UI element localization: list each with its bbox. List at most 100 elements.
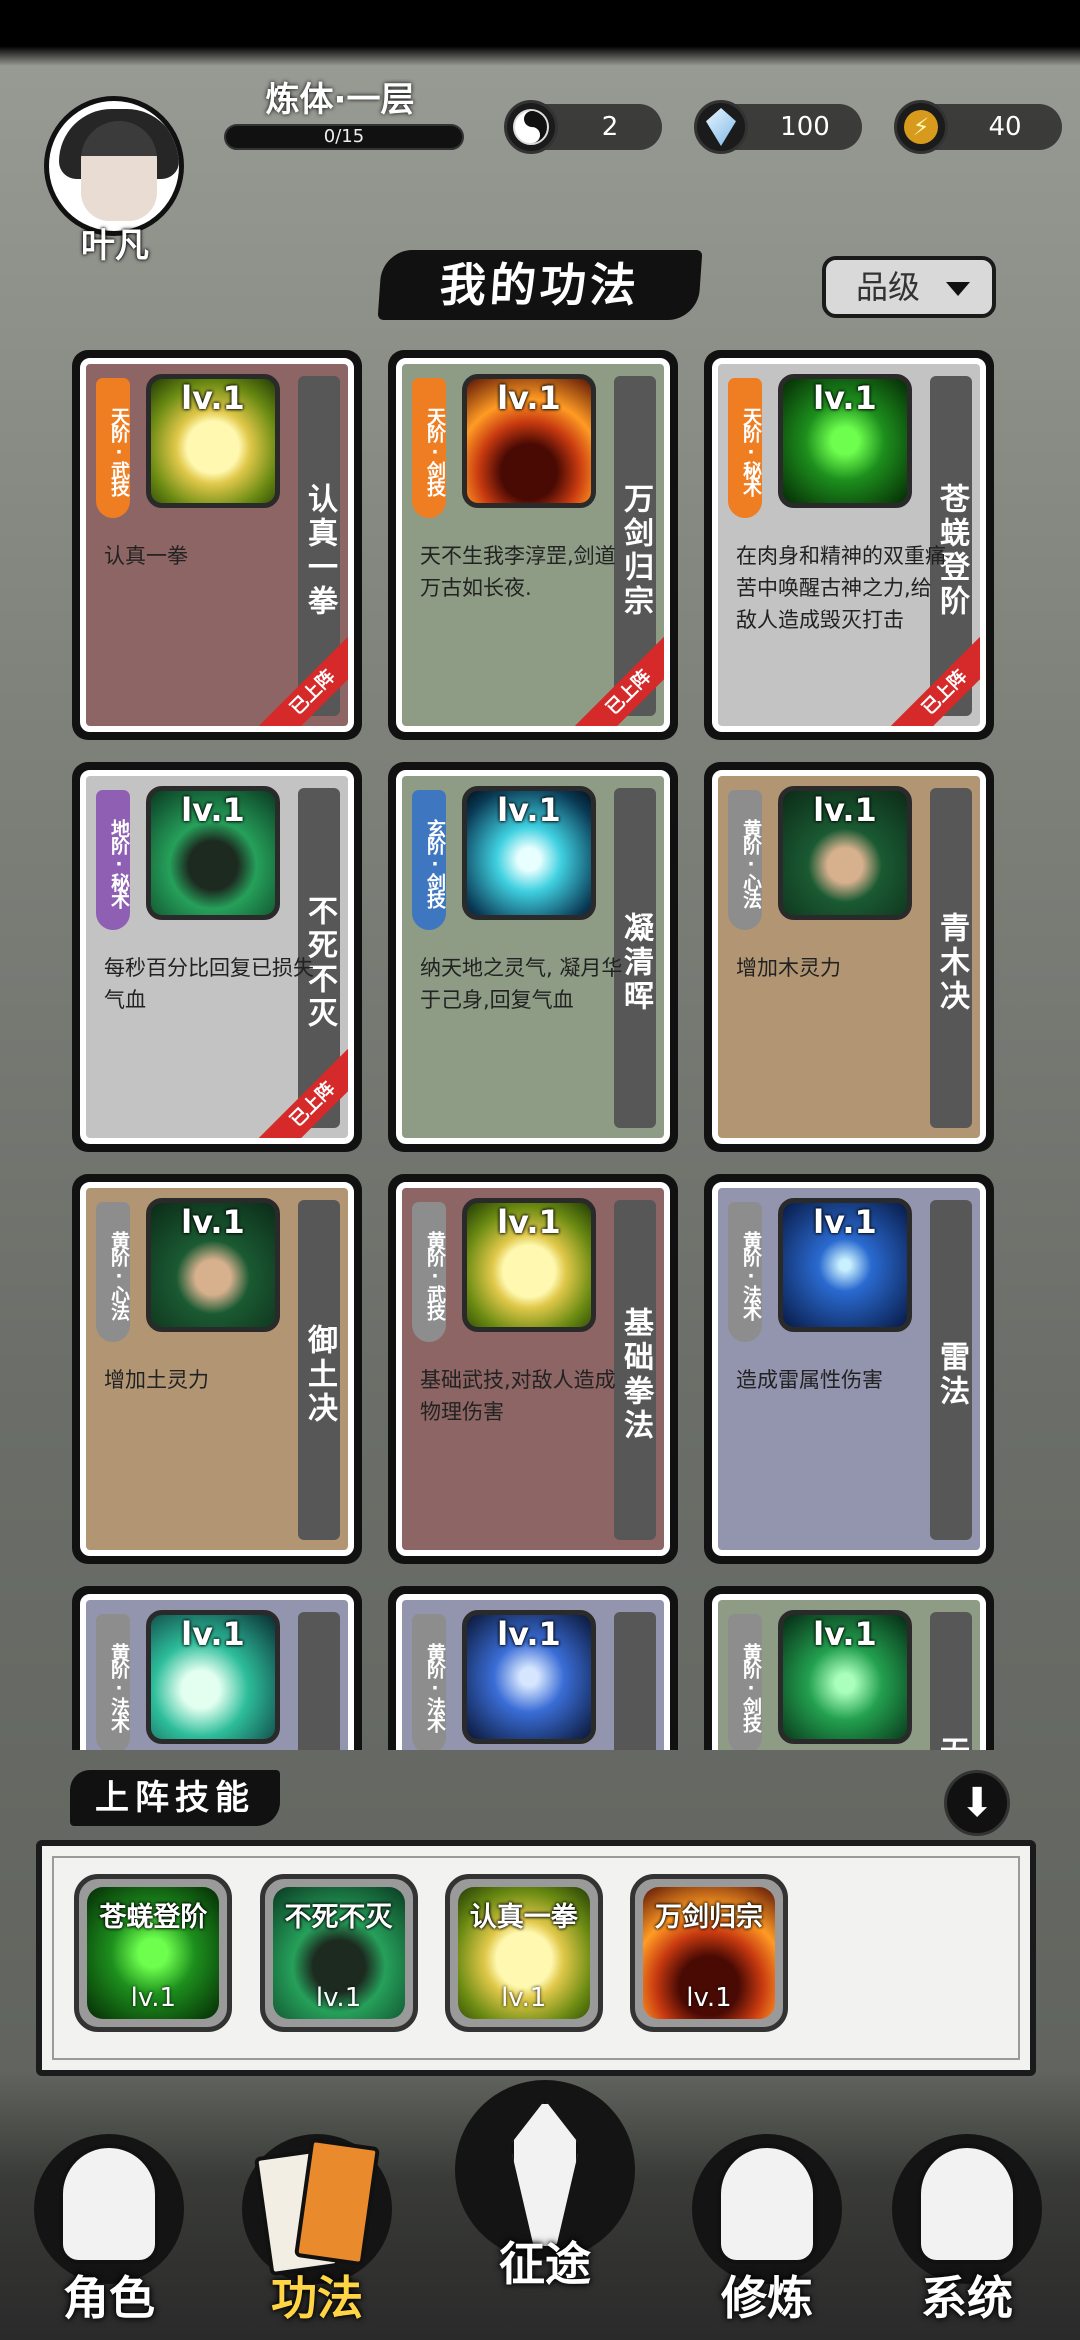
skill-portrait: lv.1 — [462, 1610, 596, 1744]
chevron-down-icon — [946, 282, 970, 296]
skill-description: 增加木灵力 — [736, 956, 841, 980]
skill-portrait: lv.1 — [146, 1198, 280, 1332]
player-avatar[interactable] — [44, 96, 184, 236]
skill-card[interactable]: 黄阶·法术 lv.1 水弹 — [388, 1586, 678, 1750]
sort-label: 品级 — [856, 268, 921, 306]
skill-portrait: lv.1 — [462, 374, 596, 508]
skill-card[interactable]: 黄阶·剑技 lv.1 无极剑 — [704, 1586, 994, 1750]
nav-item-label: 征途 — [499, 2237, 591, 2291]
equipped-skill-slot[interactable]: 认真一拳 lv.1 — [444, 1874, 603, 2032]
skill-level: lv.1 — [181, 379, 245, 417]
skill-tier-badge: 地阶·秘术 — [96, 790, 130, 930]
skill-card[interactable]: 地阶·秘术 lv.1 不死不灭 每秒百分比回复已损失气血 已上阵 — [72, 762, 362, 1152]
skill-card-body: 黄阶·心法 lv.1 青木决 增加木灵力 — [712, 770, 986, 1144]
exp-progress-bar: 0/15 — [224, 124, 464, 150]
section-title: 我的功法 — [377, 250, 703, 320]
skill-tier-badge: 天阶·剑技 — [412, 378, 446, 518]
skill-card-body: 玄阶·剑技 lv.1 凝清晖 纳天地之灵气, 凝月华于己身,回复气血 — [396, 770, 670, 1144]
skill-tier-badge: 黄阶·武技 — [412, 1202, 446, 1342]
nav-item[interactable]: 角色 — [14, 2114, 204, 2334]
skill-grid[interactable]: 天阶·武技 lv.1 认真一拳 认真一拳 已上阵 天阶·剑技 lv.1 万剑归宗… — [0, 350, 1080, 1750]
skill-level: lv.1 — [813, 1615, 877, 1653]
nav-item[interactable]: 征途 — [450, 2080, 640, 2300]
nav-item[interactable]: 功法 — [222, 2114, 412, 2334]
status-bar — [0, 0, 1080, 66]
skill-level: lv.1 — [813, 1203, 877, 1241]
game-screen: 叶凡 炼体·一层 0/15 2 100 ⚡ 40 我的功法 品级 天阶·武技 l… — [0, 0, 1080, 2340]
nav-item[interactable]: 修炼 — [672, 2114, 862, 2334]
skill-description: 认真一拳 — [104, 544, 188, 568]
skill-description: 造成雷属性伤害 — [736, 1368, 883, 1392]
spirit-gem-icon — [694, 100, 748, 154]
skill-tier-badge: 黄阶·法术 — [412, 1614, 446, 1750]
equipped-skill-slot[interactable]: 苍蜣登阶 lv.1 — [74, 1874, 233, 2032]
skill-card[interactable]: 玄阶·剑技 lv.1 凝清晖 纳天地之灵气, 凝月华于己身,回复气血 — [388, 762, 678, 1152]
skill-card[interactable]: 黄阶·心法 lv.1 青木决 增加木灵力 — [704, 762, 994, 1152]
resource-spirit-gem[interactable]: 100 — [694, 100, 862, 154]
skill-card[interactable]: 黄阶·武技 lv.1 基础拳法 基础武技,对敌人造成物理伤害 — [388, 1174, 678, 1564]
skill-level: lv.1 — [497, 379, 561, 417]
skill-card-body: 黄阶·武技 lv.1 基础拳法 基础武技,对敌人造成物理伤害 — [396, 1182, 670, 1556]
avatar-face — [81, 121, 157, 221]
books-icon — [253, 2137, 381, 2277]
equipped-skill-slot[interactable]: 万剑归宗 lv.1 — [630, 1874, 788, 2032]
equipped-skill-portrait: 认真一拳 lv.1 — [457, 1887, 590, 2019]
skill-portrait: lv.1 — [778, 1610, 912, 1744]
arrow-down-icon: ⬇ — [960, 1780, 994, 1826]
skill-card[interactable]: 天阶·剑技 lv.1 万剑归宗 天不生我李淳罡,剑道万古如长夜. 已上阵 — [388, 350, 678, 740]
resource-yinyang[interactable]: 2 — [504, 100, 662, 154]
skill-level: lv.1 — [181, 1203, 245, 1241]
sort-dropdown[interactable]: 品级 — [822, 256, 996, 318]
skill-card[interactable]: 黄阶·法术 lv.1 风刃 — [72, 1586, 362, 1750]
skill-tier-badge: 黄阶·心法 — [728, 790, 762, 930]
skill-description: 每秒百分比回复已损失气血 — [104, 956, 314, 1012]
nav-item-label: 角色 — [63, 2271, 155, 2325]
girl-avatar-icon — [917, 2144, 1017, 2264]
skill-card[interactable]: 黄阶·法术 lv.1 雷法 造成雷属性伤害 — [704, 1174, 994, 1564]
nav-item[interactable]: 系统 — [872, 2114, 1062, 2334]
resource-energy-value: 40 — [988, 112, 1022, 142]
resource-energy[interactable]: ⚡ 40 — [894, 100, 1062, 154]
equipped-skill-name: 认真一拳 — [469, 1902, 578, 1933]
skill-card[interactable]: 天阶·秘术 lv.1 苍蜣登阶 在肉身和精神的双重痛苦中唤醒古神之力,给敌人造成… — [704, 350, 994, 740]
skill-name: 风刃 — [298, 1612, 340, 1750]
skill-level: lv.1 — [813, 379, 877, 417]
nav-item-label: 修炼 — [721, 2271, 813, 2325]
resource-spirit-gem-value: 100 — [780, 112, 830, 142]
skill-tier-badge: 黄阶·剑技 — [728, 1614, 762, 1750]
equipped-skill-level: lv.1 — [686, 1983, 732, 2013]
lightning-energy-icon: ⚡ — [894, 100, 948, 154]
bottom-navigation: 角色 功法 征途 修炼 系统 — [0, 2070, 1080, 2340]
skill-card-body: 黄阶·法术 lv.1 水弹 — [396, 1594, 670, 1750]
skill-card-body: 黄阶·法术 lv.1 风刃 — [80, 1594, 354, 1750]
skill-card-body: 天阶·秘术 lv.1 苍蜣登阶 在肉身和精神的双重痛苦中唤醒古神之力,给敌人造成… — [712, 358, 986, 732]
cultivation-realm: 炼体·一层 — [265, 80, 415, 120]
skill-tier-badge: 黄阶·法术 — [96, 1614, 130, 1750]
skill-description: 在肉身和精神的双重痛苦中唤醒古神之力,给敌人造成毁灭打击 — [736, 544, 946, 632]
equipped-skill-slot[interactable]: 不死不灭 lv.1 — [259, 1874, 418, 2032]
skill-card-body: 天阶·剑技 lv.1 万剑归宗 天不生我李淳罡,剑道万古如长夜. 已上阵 — [396, 358, 670, 732]
skill-level: lv.1 — [497, 791, 561, 829]
skill-tier-badge: 天阶·秘术 — [728, 378, 762, 518]
skill-card[interactable]: 天阶·武技 lv.1 认真一拳 认真一拳 已上阵 — [72, 350, 362, 740]
skill-portrait: lv.1 — [146, 786, 280, 920]
skill-card-body: 黄阶·法术 lv.1 雷法 造成雷属性伤害 — [712, 1182, 986, 1556]
collapse-panel-button[interactable]: ⬇ — [944, 1770, 1010, 1836]
skill-card[interactable]: 黄阶·心法 lv.1 御土决 增加土灵力 — [72, 1174, 362, 1564]
exp-progress-text: 0/15 — [323, 126, 365, 147]
equipped-skill-level: lv.1 — [130, 1983, 177, 2013]
equipped-skill-portrait: 苍蜣登阶 lv.1 — [87, 1887, 220, 2019]
skill-tier-badge: 黄阶·心法 — [96, 1202, 130, 1342]
player-name: 叶凡 — [81, 226, 149, 266]
equipped-skills-panel: 苍蜣登阶 lv.1 不死不灭 lv.1 认真一拳 lv.1 万剑归宗 lv.1 — [36, 1840, 1036, 2076]
yin-yang-icon — [504, 100, 558, 154]
equipped-skill-level: lv.1 — [315, 1983, 362, 2013]
skill-portrait: lv.1 — [146, 1610, 280, 1744]
skill-level: lv.1 — [813, 791, 877, 829]
skill-card-body: 天阶·武技 lv.1 认真一拳 认真一拳 已上阵 — [80, 358, 354, 732]
skill-portrait: lv.1 — [462, 1198, 596, 1332]
skill-description: 基础武技,对敌人造成物理伤害 — [420, 1368, 616, 1424]
skill-description: 天不生我李淳罡,剑道万古如长夜. — [420, 544, 616, 600]
skill-portrait: lv.1 — [462, 786, 596, 920]
skill-name: 无极剑 — [930, 1612, 972, 1750]
